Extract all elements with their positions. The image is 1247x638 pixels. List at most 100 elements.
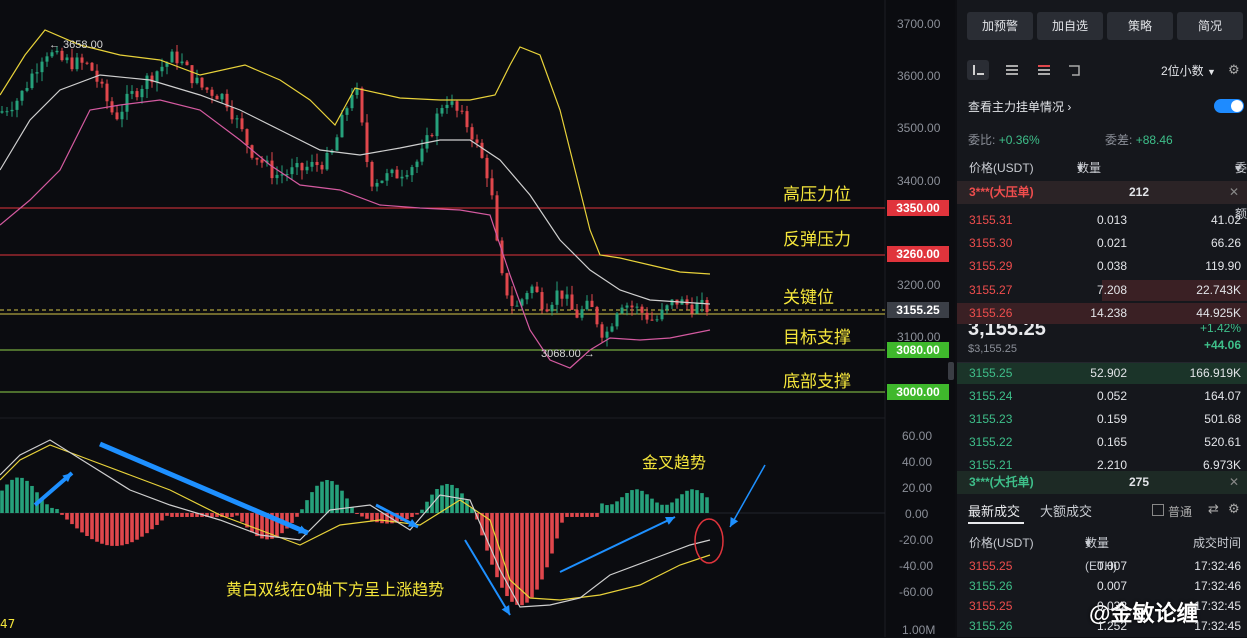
ask-row[interactable]: 3155.31 0.013 41.02 (969, 209, 1245, 232)
macd-bar (700, 493, 704, 513)
macd-bar (370, 513, 374, 521)
panel-resize-handle[interactable] (948, 362, 954, 380)
candle-body (530, 286, 534, 294)
settings-gear-icon[interactable]: ⚙ (1228, 501, 1240, 517)
decimal-select[interactable]: 2位小数 ▼ (1161, 62, 1216, 79)
chart-canvas (0, 0, 886, 637)
header-qty[interactable]: 数量 (ETH) ▾ (1077, 157, 1109, 198)
big-ask-row[interactable]: 3***(大压单) 212 ✕ (957, 181, 1247, 204)
bid-row[interactable]: 3155.24 0.052 164.07 (969, 385, 1245, 408)
change-absolute: +44.06 (1203, 338, 1241, 352)
candle-body (690, 304, 694, 314)
bid-row[interactable]: 3155.21 2.210 6.973K (969, 454, 1245, 477)
candle-body (210, 89, 214, 96)
macd-bar (135, 513, 139, 540)
layout-asks-icon[interactable] (1001, 60, 1023, 80)
candle-body (665, 305, 669, 310)
main-orders-toggle-label[interactable]: 查看主力挂单情况 › (968, 98, 1071, 115)
candle-body (465, 111, 469, 128)
trend-arrow-line (559, 516, 676, 573)
close-icon[interactable]: ✕ (1229, 181, 1239, 204)
macd-bar (110, 513, 114, 546)
macd-bar (600, 503, 604, 513)
candle-body (615, 313, 619, 327)
candle-body (635, 306, 639, 308)
toggle-label-text: 查看主力挂单情况 (968, 100, 1065, 114)
candle-body (535, 286, 539, 293)
ask-row[interactable]: 3155.30 0.021 66.26 (969, 232, 1245, 255)
big-ask-label: 3***(大压单) (969, 185, 1034, 199)
price-cell: 3155.26 (969, 305, 1013, 320)
candle-body (40, 61, 44, 73)
bid-row[interactable]: 3155.25 52.902 166.919K (957, 362, 1247, 385)
layout-both-icon[interactable] (967, 60, 989, 80)
candle-body (555, 290, 559, 305)
price-cell: 3155.25 (969, 366, 1013, 380)
qty-cell: 0.021 (1096, 236, 1127, 251)
strategy-button[interactable]: 策略 (1107, 12, 1173, 40)
ask-row[interactable]: 3155.29 0.038 119.90 (969, 255, 1245, 278)
tab-large-trades[interactable]: 大额成交 (1040, 501, 1092, 520)
trade-row[interactable]: 3155.26 1.252 17:32:45 (969, 615, 1245, 638)
macd-bar (440, 485, 444, 513)
macd-axis-label: 40.00 (902, 455, 933, 469)
candle-body (245, 129, 249, 146)
add-watchlist-button[interactable]: 加自选 (1037, 12, 1103, 40)
macd-bar (250, 513, 254, 533)
price-cell: 3155.22 (969, 435, 1013, 449)
order-panel: 加预警 加自选 策略 简况 2位小数 ▼ ⚙ 查看主力挂单情况 › 委比: +0… (957, 0, 1247, 637)
expand-icon[interactable] (1063, 60, 1085, 80)
decimal-select-value: 2位小数 (1161, 64, 1204, 78)
candle-body (175, 51, 179, 64)
macd-bar (590, 513, 594, 517)
price-tag-target-support: 3080.00 (887, 342, 949, 358)
candle-body (125, 93, 129, 112)
candle-body (130, 91, 134, 94)
level-label-high: 高压力位 (783, 185, 851, 205)
macd-axis-label: 0.00 (905, 507, 929, 521)
volume-axis-label: 1.00M (902, 623, 936, 637)
candle-body (705, 299, 709, 313)
macd-bar (175, 513, 179, 517)
macd-bar (555, 513, 559, 539)
macd-bar (85, 513, 89, 536)
price-cell: 3155.27 (969, 282, 1013, 297)
macd-bar (630, 490, 634, 513)
ask-row[interactable]: 3155.27 7.208 22.743K (969, 279, 1247, 302)
price-tag-current: 3155.25 (887, 302, 949, 318)
kline-chart[interactable]: 3700.00 3600.00 3500.00 3400.00 3200.00 … (0, 0, 955, 637)
settings-gear-icon[interactable]: ⚙ (1228, 62, 1240, 78)
add-alert-button[interactable]: 加预警 (967, 12, 1033, 40)
diff-value: +88.46 (1135, 133, 1173, 147)
tab-latest-trades[interactable]: 最新成交 (968, 501, 1020, 520)
macd-bar (510, 513, 514, 602)
bid-row[interactable]: 3155.23 0.159 501.68 (969, 408, 1245, 431)
candle-body (375, 182, 379, 187)
candle-body (60, 50, 64, 61)
layout-bids-icon[interactable] (1033, 60, 1055, 80)
macd-bar (5, 484, 9, 513)
ask-row[interactable]: 3155.26 14.238 44.925K (957, 302, 1247, 325)
macd-bar (65, 513, 69, 520)
macd-bar (560, 513, 564, 523)
macd-trend-annotation: 黄白双线在0轴下方呈上涨趋势 (226, 580, 445, 599)
candle-body (440, 108, 444, 114)
candle-body (570, 294, 574, 310)
candle-body (450, 101, 454, 105)
trade-header-qty[interactable]: 数量(ETH) ▾ (1085, 532, 1117, 573)
header-amount[interactable]: 委托额 ▾ (1235, 157, 1247, 221)
candle-body (45, 56, 49, 62)
overview-button[interactable]: 简况 (1177, 12, 1243, 40)
macd-bar (310, 492, 314, 513)
candle-body (220, 93, 224, 100)
candle-body (360, 88, 364, 123)
filter-icon[interactable]: ⇄ (1208, 501, 1219, 517)
normal-checkbox[interactable] (1152, 504, 1164, 516)
main-orders-toggle[interactable] (1214, 99, 1244, 113)
candle-body (475, 139, 479, 143)
candle-body (185, 61, 189, 66)
candle-body (275, 174, 279, 179)
candle-body (85, 62, 89, 64)
bid-row[interactable]: 3155.22 0.165 520.61 (969, 431, 1245, 454)
candle-body (620, 307, 624, 314)
